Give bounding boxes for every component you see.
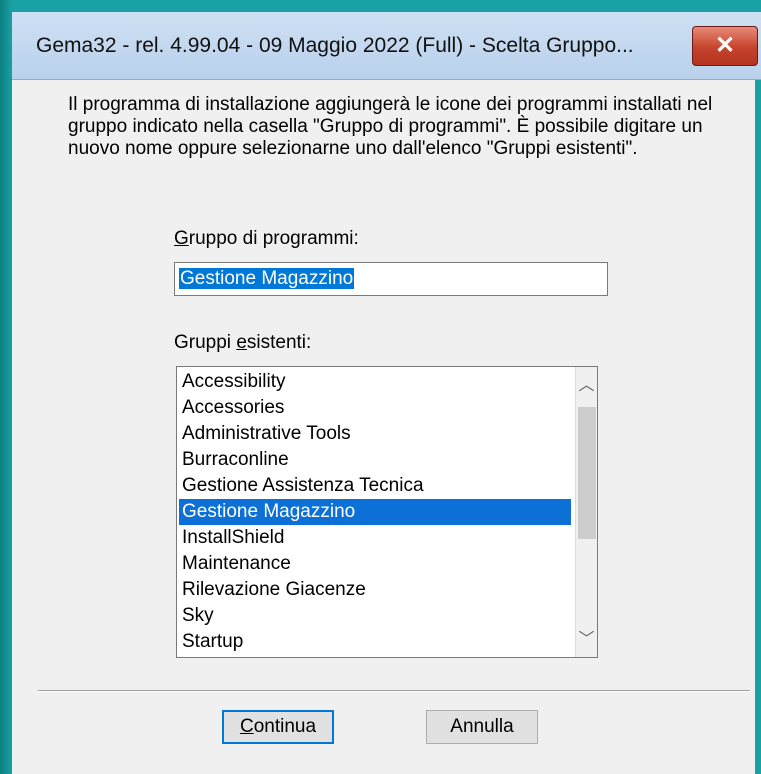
list-scrollbar[interactable]: ︿ ﹀ [575,367,597,657]
list-item[interactable]: Maintenance [179,551,571,577]
list-item[interactable]: Gestione Magazzino [179,499,571,525]
window-title: Gema32 - rel. 4.99.04 - 09 Maggio 2022 (… [36,34,634,57]
label-text: sistenti: [246,332,312,353]
accelerator-key: G [174,228,189,249]
list-item[interactable]: Accessories [179,395,571,421]
list-item[interactable]: Accessibility [179,369,571,395]
close-button[interactable]: ✕ [692,26,758,66]
existing-groups-label: Gruppi esistenti: [174,332,311,354]
program-group-input[interactable]: Gestione Magazzino [174,262,608,296]
chevron-down-icon[interactable]: ﹀ [576,627,597,653]
list-item[interactable]: Burraconline [179,447,571,473]
close-icon: ✕ [714,32,736,59]
divider [38,690,750,692]
button-label: ontinua [253,716,317,737]
cancel-button[interactable]: Annulla [426,710,538,744]
window-frame-top [0,0,761,12]
scrollbar-thumb[interactable] [578,407,596,539]
label-text-pre: Gruppi [174,332,237,353]
input-selected-text: Gestione Magazzino [179,268,355,289]
title-bar[interactable]: Gema32 - rel. 4.99.04 - 09 Maggio 2022 (… [12,12,761,80]
group-field-label: Gruppo di programmi: [174,228,359,250]
list-item[interactable]: InstallShield [179,525,571,551]
existing-groups-list[interactable]: ︿ ﹀ Accessibility Accessories Administrati… [176,366,598,658]
accelerator-key: C [239,716,254,737]
window-frame-left [0,0,12,774]
install-dialog: Gema32 - rel. 4.99.04 - 09 Maggio 2022 (… [0,0,761,774]
list-item[interactable]: Administrative Tools [179,421,571,447]
chevron-up-icon[interactable]: ︿ [576,373,597,399]
continue-button[interactable]: Continua [222,710,334,744]
accelerator-key: e [236,332,247,353]
label-text: ruppo di programmi: [188,228,359,249]
list-item[interactable]: Gestione Assistenza Tecnica [179,473,571,499]
instructions-text: Il programma di installazione aggiungerà… [68,94,713,159]
list-item[interactable]: Startup [179,629,571,655]
dialog-body: Il programma di installazione aggiungerà… [12,80,761,774]
list-item[interactable]: Rilevazione Giacenze [179,577,571,603]
list-item[interactable]: Sky [179,603,571,629]
